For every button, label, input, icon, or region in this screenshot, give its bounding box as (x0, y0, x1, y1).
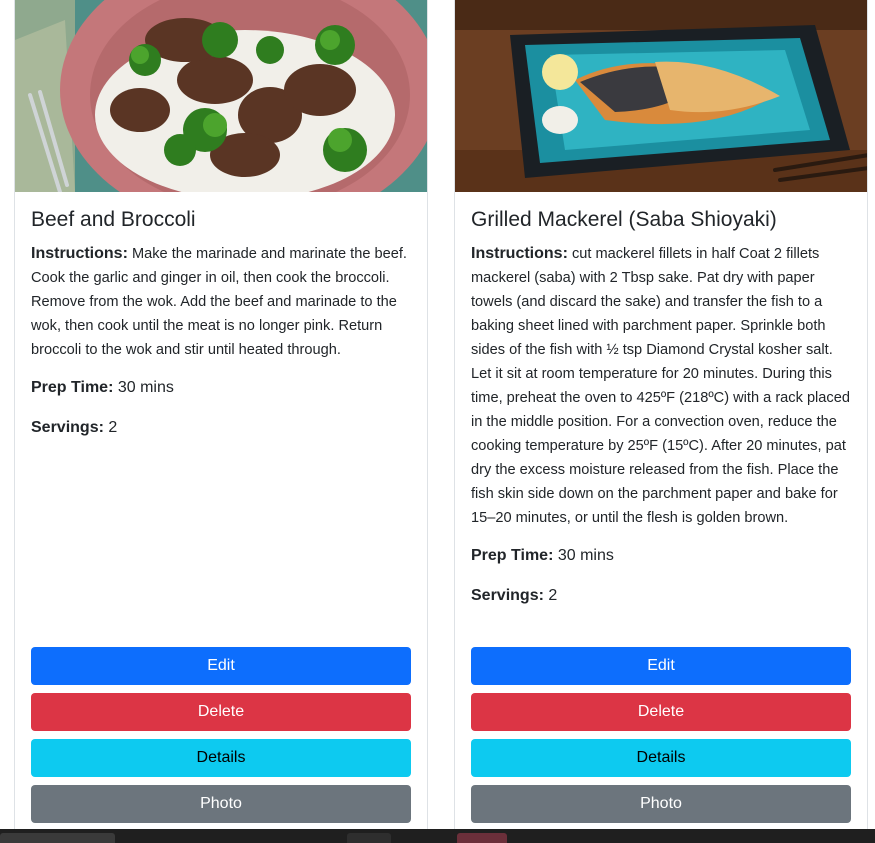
edit-button[interactable]: Edit (471, 647, 851, 685)
details-button[interactable]: Details (31, 739, 411, 777)
taskbar-item[interactable] (457, 833, 507, 843)
edit-button[interactable]: Edit (31, 647, 411, 685)
instructions-text: cut mackerel fillets in half Coat 2 fill… (471, 246, 850, 526)
servings-value: 2 (548, 587, 558, 604)
recipe-photo-beef-broccoli (15, 0, 427, 192)
delete-button[interactable]: Delete (471, 693, 851, 731)
taskbar-item[interactable] (347, 833, 391, 843)
instructions-text: Make the marinade and marinate the beef.… (31, 246, 407, 358)
prep-time-value: 30 mins (117, 379, 174, 396)
servings-label: Servings: (31, 419, 104, 436)
taskbar-item[interactable] (0, 833, 115, 843)
recipe-actions: Edit Delete Details Photo (471, 647, 851, 831)
prep-time-label: Prep Time: (471, 547, 554, 564)
recipe-instructions: Instructions: cut mackerel fillets in ha… (471, 242, 851, 530)
recipe-title: Grilled Mackerel (Saba Shioyaki) (471, 208, 777, 231)
recipe-card-grilled-mackerel: Grilled Mackerel (Saba Shioyaki) Instruc… (454, 0, 868, 835)
prep-time-value: 30 mins (557, 547, 614, 564)
instructions-label: Instructions: (31, 245, 128, 262)
os-taskbar (0, 829, 875, 843)
instructions-label: Instructions: (471, 245, 568, 262)
delete-button[interactable]: Delete (31, 693, 411, 731)
servings: Servings: 2 (471, 583, 851, 609)
photo-button[interactable]: Photo (31, 785, 411, 823)
servings: Servings: 2 (31, 415, 411, 441)
prep-time: Prep Time: 30 mins (471, 543, 851, 569)
photo-button[interactable]: Photo (471, 785, 851, 823)
prep-time-label: Prep Time: (31, 379, 114, 396)
prep-time: Prep Time: 30 mins (31, 375, 411, 401)
recipe-instructions: Instructions: Make the marinade and mari… (31, 242, 411, 362)
details-button[interactable]: Details (471, 739, 851, 777)
recipe-card-beef-broccoli: Beef and Broccoli Instructions: Make the… (14, 0, 428, 835)
recipe-photo-grilled-mackerel (455, 0, 867, 192)
recipe-title: Beef and Broccoli (31, 208, 196, 231)
recipe-actions: Edit Delete Details Photo (31, 647, 411, 831)
servings-label: Servings: (471, 587, 544, 604)
servings-value: 2 (108, 419, 118, 436)
